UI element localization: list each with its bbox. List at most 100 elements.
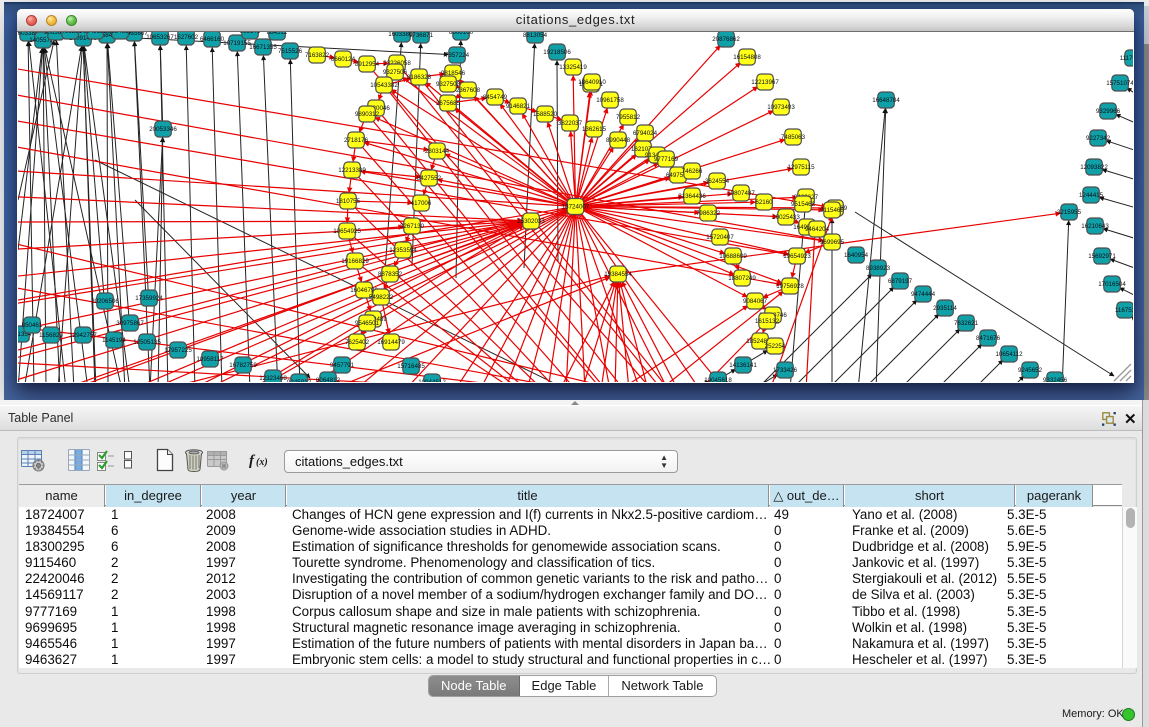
svg-text:17359924: 17359924	[135, 295, 163, 302]
svg-text:884512: 884512	[267, 32, 288, 36]
svg-text:2803144: 2803144	[425, 148, 450, 155]
svg-text:8878352: 8878352	[378, 271, 403, 278]
svg-text:16648784: 16648784	[872, 97, 900, 104]
svg-text:15751074: 15751074	[1106, 80, 1133, 87]
svg-text:12093822: 12093822	[1080, 164, 1108, 171]
svg-text:18724007: 18724007	[562, 204, 590, 211]
svg-text:9327506: 9327506	[383, 69, 408, 76]
svg-text:1527602: 1527602	[174, 34, 199, 41]
svg-text:16782759: 16782759	[229, 362, 257, 369]
svg-text:10653267: 10653267	[146, 34, 174, 41]
svg-text:7163822: 7163822	[305, 52, 330, 59]
svg-text:1244415: 1244415	[1079, 192, 1104, 199]
svg-text:19218506: 19218506	[543, 49, 571, 56]
svg-text:12942757: 12942757	[69, 332, 97, 339]
svg-text:f: f	[249, 453, 256, 469]
svg-text:10654925: 10654925	[333, 228, 361, 235]
svg-text:10944512: 10944512	[418, 379, 446, 382]
svg-text:7955812: 7955812	[616, 114, 641, 121]
svg-text:62160: 62160	[755, 199, 773, 206]
svg-text:9457791: 9457791	[330, 362, 355, 369]
svg-text:18640910: 18640910	[578, 79, 606, 86]
svg-text:19166829: 19166829	[341, 258, 369, 265]
svg-text:10025433: 10025433	[772, 214, 800, 221]
svg-text:7357224: 7357224	[445, 52, 470, 59]
svg-text:12505135: 12505135	[133, 339, 161, 346]
svg-text:8660124: 8660124	[331, 56, 356, 63]
svg-text:9515462: 9515462	[791, 201, 816, 208]
svg-text:16914479: 16914479	[377, 339, 405, 346]
svg-text:116753: 116753	[1115, 307, 1133, 314]
svg-text:1810755: 1810755	[336, 198, 361, 205]
svg-text:20053346: 20053346	[149, 126, 177, 133]
svg-text:8454749: 8454749	[483, 94, 508, 101]
svg-text:9084067: 9084067	[743, 298, 768, 305]
svg-text:3267130: 3267130	[400, 223, 425, 230]
svg-text:2718176: 2718176	[344, 137, 369, 144]
svg-text:3215955: 3215955	[1057, 209, 1082, 216]
svg-text:10045618: 10045618	[704, 377, 732, 382]
svg-text:8813054: 8813054	[523, 32, 548, 39]
svg-text:7632621: 7632621	[954, 320, 979, 327]
svg-text:9146821: 9146821	[506, 103, 531, 110]
svg-text:15692971: 15692971	[1088, 253, 1116, 260]
svg-text:12213389: 12213389	[338, 167, 366, 174]
svg-text:2935114: 2935114	[933, 305, 957, 312]
svg-text:9332456: 9332456	[1043, 377, 1068, 382]
svg-text:10958117: 10958117	[196, 356, 224, 363]
svg-text:9115460: 9115460	[820, 207, 844, 214]
svg-text:417006: 417006	[411, 200, 432, 207]
svg-text:5498222: 5498222	[369, 294, 394, 301]
svg-text:10807487: 10807487	[727, 190, 755, 197]
svg-text:1615132: 1615132	[755, 318, 780, 325]
svg-text:9474444: 9474444	[911, 291, 936, 298]
svg-text:(x): (x)	[256, 457, 268, 468]
svg-text:7625402: 7625402	[345, 339, 370, 346]
svg-text:995141: 995141	[240, 32, 261, 35]
svg-text:7986322: 7986322	[696, 210, 721, 217]
svg-text:10688609: 10688609	[719, 253, 747, 260]
svg-text:15720407: 15720407	[706, 234, 734, 241]
svg-text:8938923: 8938923	[866, 265, 891, 272]
svg-text:3675685: 3675685	[436, 100, 461, 107]
svg-text:6879197: 6879197	[888, 278, 913, 285]
svg-text:4451221: 4451221	[58, 32, 83, 35]
svg-text:6794024: 6794024	[633, 130, 658, 137]
svg-text:30975867: 30975867	[116, 320, 144, 327]
svg-text:10543382: 10543382	[370, 82, 398, 89]
svg-text:16671355: 16671355	[249, 44, 277, 51]
svg-text:1588520: 1588520	[533, 111, 558, 118]
svg-text:12213967: 12213967	[751, 79, 779, 86]
svg-text:9227342: 9227342	[1086, 135, 1111, 142]
svg-text:3822037: 3822037	[558, 120, 583, 127]
svg-text:17957225: 17957225	[164, 347, 192, 354]
svg-text:9245652: 9245652	[1018, 367, 1043, 374]
svg-text:9777169: 9777169	[654, 156, 679, 163]
svg-text:13325419: 13325419	[559, 64, 587, 71]
svg-text:7515526: 7515526	[278, 48, 303, 55]
svg-text:6466160: 6466160	[200, 36, 225, 43]
svg-text:8186328: 8186328	[407, 74, 432, 81]
svg-text:2234551: 2234551	[108, 32, 133, 35]
svg-text:8064812: 8064812	[316, 377, 341, 382]
svg-text:11170384: 11170384	[1120, 55, 1133, 62]
svg-text:9464204: 9464204	[805, 226, 830, 233]
svg-text:21364436: 21364436	[678, 193, 706, 200]
svg-text:14136141: 14136141	[729, 362, 757, 369]
svg-text:9736871: 9736871	[409, 32, 434, 39]
svg-text:1156829: 1156829	[39, 332, 63, 339]
svg-text:10654112: 10654112	[995, 351, 1023, 358]
svg-text:20876862: 20876862	[712, 36, 740, 43]
svg-text:18807249: 18807249	[728, 275, 756, 282]
svg-text:12323468: 12323468	[259, 375, 287, 382]
svg-text:9245012: 9245012	[287, 379, 312, 382]
svg-text:1362615: 1362615	[582, 126, 607, 133]
svg-text:25302033: 25302033	[517, 218, 545, 225]
svg-text:3624554: 3624554	[705, 178, 730, 185]
svg-text:2367608: 2367608	[456, 87, 481, 94]
svg-text:9699695: 9699695	[820, 239, 845, 246]
svg-text:9546501: 9546501	[355, 320, 380, 327]
svg-text:8471676: 8471676	[976, 335, 1001, 342]
svg-text:19384554: 19384554	[604, 271, 632, 278]
svg-text:17016504: 17016504	[1098, 281, 1126, 288]
